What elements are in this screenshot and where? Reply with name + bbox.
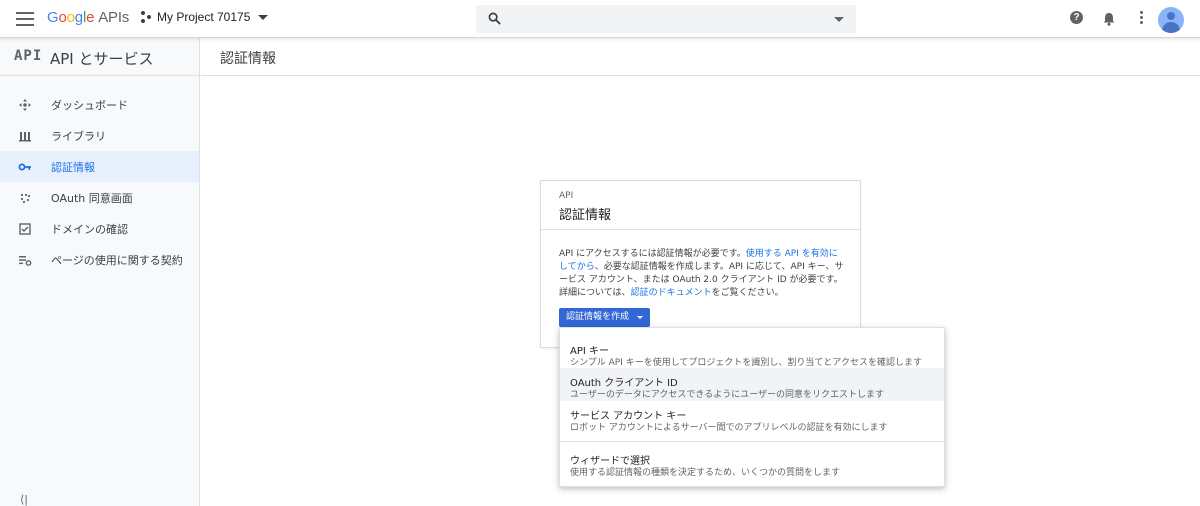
notifications-bell-icon[interactable] (1101, 11, 1117, 27)
page-title: 認証情報 (220, 51, 276, 67)
menu-item-desc: ユーザーのデータにアクセスできるようにユーザーの同意をリクエストします (570, 390, 885, 400)
google-apis-logo[interactable]: Google APIs (47, 9, 129, 26)
key-icon (18, 163, 31, 171)
button-label: 認証情報を作成 (566, 312, 630, 322)
desc-text: をご覧ください。 (711, 288, 784, 298)
sidebar-item-label: ライブラリ (51, 130, 106, 143)
search-icon (488, 12, 501, 25)
sidebar-item-label: ドメインの確認 (51, 223, 128, 236)
sidebar-item-label: ページの使用に関する契約 (51, 254, 183, 267)
menu-item-wizard[interactable]: ウィザードで選択 使用する認証情報の種類を決定するため、いくつかの質問をします (560, 446, 944, 480)
main-menu-icon[interactable] (16, 12, 34, 26)
sidebar-item-library[interactable]: ライブラリ (0, 120, 199, 151)
page-title-bar: 認証情報 (201, 38, 1200, 76)
sidebar-header: API API とサービス (0, 38, 199, 76)
menu-item-service-account-key[interactable]: サービス アカウント キー ロボット アカウントによるサーバー間でのアプリレベル… (560, 401, 944, 434)
menu-item-oauth-client-id[interactable]: OAuth クライアント ID ユーザーのデータにアクセスできるようにユーザーの… (560, 368, 944, 401)
project-selector[interactable]: My Project 70175 (141, 10, 269, 24)
menu-item-api-key[interactable]: API キー シンプル API キーを使用してプロジェクトを識別し、割り当てとア… (560, 336, 944, 368)
create-credentials-menu: API キー シンプル API キーを使用してプロジェクトを識別し、割り当てとア… (559, 327, 945, 487)
menu-item-desc: シンプル API キーを使用してプロジェクトを識別し、割り当てとアクセスを確認し… (570, 358, 922, 368)
menu-item-desc: ロボット アカウントによるサーバー間でのアプリレベルの認証を有効にします (570, 423, 888, 433)
more-options-icon[interactable] (1133, 11, 1149, 27)
search-bar[interactable] (476, 5, 856, 33)
sidebar-item-label: ダッシュボード (51, 99, 128, 112)
sidebar-item-oauth-consent[interactable]: OAuth 同意画面 (0, 182, 199, 213)
sidebar-item-domain-verification[interactable]: ドメインの確認 (0, 213, 199, 244)
sidebar: API API とサービス ダッシュボード ライブラリ 認証情報 OAuth 同… (0, 38, 200, 506)
card-eyebrow: API (559, 191, 574, 201)
project-dots-icon (141, 11, 153, 23)
create-credentials-button[interactable]: 認証情報を作成 (559, 308, 651, 327)
card-description: API にアクセスするには認証情報が必要です。使用する API を有効にしてから… (559, 248, 845, 300)
api-logo-icon: API (14, 48, 43, 64)
collapse-sidebar-icon[interactable]: ⟨| (20, 493, 28, 506)
project-name: My Project 70175 (157, 10, 251, 24)
top-header: Google APIs My Project 70175 ? (0, 0, 1200, 38)
sidebar-item-label: OAuth 同意画面 (51, 192, 133, 205)
library-icon (19, 132, 31, 142)
menu-divider (560, 441, 944, 442)
search-input[interactable] (510, 9, 810, 29)
search-dropdown-icon[interactable] (834, 17, 844, 22)
dashboard-icon (19, 99, 31, 111)
menu-item-desc: 使用する認証情報の種類を決定するため、いくつかの質問をします (570, 468, 841, 478)
sidebar-item-dashboard[interactable]: ダッシュボード (0, 89, 199, 120)
chevron-down-icon (637, 316, 644, 319)
checkbox-icon (19, 223, 31, 235)
sidebar-title: API とサービス (50, 50, 154, 68)
user-avatar[interactable] (1158, 7, 1184, 33)
card-title: 認証情報 (559, 208, 612, 223)
auth-docs-link[interactable]: 認証のドキュメント (631, 288, 712, 298)
help-icon[interactable]: ? (1070, 11, 1086, 27)
chevron-down-icon (258, 14, 269, 20)
sidebar-item-label: 認証情報 (51, 161, 95, 174)
credentials-card: API 認証情報 API にアクセスするには認証情報が必要です。使用する API… (540, 180, 861, 348)
settings-list-icon (19, 256, 32, 266)
card-divider (541, 229, 860, 230)
sidebar-item-page-usage-agreements[interactable]: ページの使用に関する契約 (0, 244, 199, 275)
sidebar-item-credentials[interactable]: 認証情報 (0, 151, 199, 182)
desc-text: API にアクセスするには認証情報が必要です。 (559, 249, 746, 259)
consent-icon (20, 193, 31, 204)
